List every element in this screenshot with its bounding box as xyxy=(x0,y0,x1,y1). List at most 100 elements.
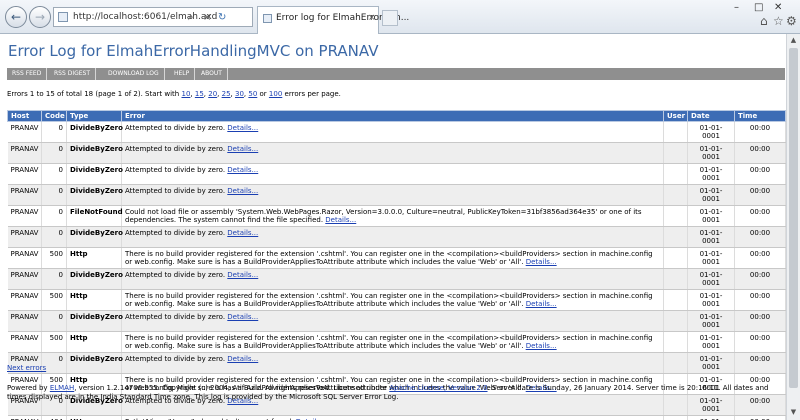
time-cell: 00:00 xyxy=(734,121,786,143)
error-cell: Attempted to divide by zero. Details... xyxy=(121,268,664,290)
speedbar-link[interactable]: DOWNLOAD LOG xyxy=(103,68,165,80)
address-url[interactable]: http://localhost:6061/elmah.axd xyxy=(73,8,217,26)
error-cell: There is no build provider registered fo… xyxy=(121,289,664,311)
scroll-up-arrow-icon[interactable]: ▲ xyxy=(789,36,798,44)
code-cell: 404 xyxy=(41,415,67,420)
user-cell xyxy=(663,247,688,269)
host-cell: PRANAV xyxy=(7,184,42,206)
code-cell: 500 xyxy=(41,247,67,269)
back-button[interactable]: ← xyxy=(5,6,27,28)
column-header-date: Date xyxy=(687,110,735,122)
page-size-link[interactable]: 30 xyxy=(235,90,244,98)
new-tab-button[interactable] xyxy=(382,10,398,26)
summary-or: or xyxy=(259,90,267,98)
host-cell: PRANAV xyxy=(7,163,42,185)
error-cell: Path '/Views/Home/Index.cshtml' was not … xyxy=(121,415,664,420)
paging-summary: Errors 1 to 15 of total 18 (page 1 of 2)… xyxy=(7,90,341,98)
user-cell xyxy=(663,331,688,353)
error-cell: There is no build provider registered fo… xyxy=(121,331,664,353)
page-size-link[interactable]: 10 xyxy=(181,90,190,98)
page-size-link[interactable]: 100 xyxy=(269,90,282,98)
details-link[interactable]: Details... xyxy=(227,124,258,132)
code-cell: 500 xyxy=(41,289,67,311)
details-link[interactable]: Details... xyxy=(227,166,258,174)
forward-button[interactable]: → xyxy=(29,6,51,28)
vertical-scrollbar[interactable]: ▲ ▼ xyxy=(786,34,800,420)
details-link[interactable]: Details... xyxy=(526,342,557,350)
search-icon[interactable]: ⌕ xyxy=(188,9,194,27)
favorites-star-icon[interactable]: ☆ xyxy=(773,14,784,28)
user-cell xyxy=(663,121,688,143)
user-cell xyxy=(663,205,688,227)
home-icon[interactable]: ⌂ xyxy=(760,14,768,28)
details-link[interactable]: Details... xyxy=(526,258,557,266)
speedbar-link[interactable]: HELP xyxy=(169,68,196,80)
details-link[interactable]: Details... xyxy=(227,229,258,237)
time-cell: 00:00 xyxy=(734,226,786,248)
summary-prefix: Errors 1 to 15 of total 18 (page 1 of 2)… xyxy=(7,90,180,98)
table-row: PRANAV 0 DivideByZero Attempted to divide b… xyxy=(7,163,786,185)
details-link[interactable]: Details... xyxy=(227,355,258,363)
license-link[interactable]: Apache License, Version 2.0 xyxy=(389,384,487,392)
type-cell: DivideByZero xyxy=(66,268,123,290)
type-cell: DivideByZero xyxy=(66,121,123,143)
page-title: Error Log for ElmahErrorHandlingMVC on P… xyxy=(8,42,379,60)
scroll-down-arrow-icon[interactable]: ▼ xyxy=(789,408,798,416)
type-cell: DivideByZero xyxy=(66,352,123,374)
error-message: Attempted to divide by zero. xyxy=(125,313,226,321)
error-rows: PRANAV 0 DivideByZero Attempted to divide b… xyxy=(7,121,786,420)
host-cell: PRANAV xyxy=(7,142,42,164)
window-close-icon[interactable]: ✕ xyxy=(774,2,782,13)
host-cell: PRANAV xyxy=(7,289,42,311)
speedbar-link[interactable]: RSS DIGEST xyxy=(49,68,96,80)
type-cell: DivideByZero xyxy=(66,226,123,248)
date-cell: 01-01-0001 xyxy=(687,184,735,206)
code-cell: 0 xyxy=(41,310,67,332)
stop-icon[interactable]: × xyxy=(203,9,211,27)
speedbar-link[interactable]: ABOUT xyxy=(196,68,228,80)
error-message: Attempted to divide by zero. xyxy=(125,166,226,174)
gear-icon[interactable]: ⚙ xyxy=(786,14,797,28)
details-link[interactable]: Details... xyxy=(227,145,258,153)
error-cell: Attempted to divide by zero. Details... xyxy=(121,142,664,164)
address-bar[interactable]: http://localhost:6061/elmah.axd ⌕ × ↻ xyxy=(53,7,253,27)
error-cell: Attempted to divide by zero. Details... xyxy=(121,226,664,248)
browser-tab-active[interactable]: Error log for ElmahErrorHan... × xyxy=(257,6,409,34)
code-cell: 0 xyxy=(41,163,67,185)
user-cell xyxy=(663,415,688,420)
tab-close-icon[interactable]: × xyxy=(368,7,376,29)
column-header-error: Error xyxy=(121,110,664,122)
next-errors-link[interactable]: Next errors xyxy=(7,364,46,372)
page-favicon-icon xyxy=(58,12,68,22)
scrollbar-thumb[interactable] xyxy=(789,48,798,388)
page-size-link[interactable]: 50 xyxy=(248,90,257,98)
code-cell: 500 xyxy=(41,331,67,353)
page-size-link[interactable]: 15 xyxy=(195,90,204,98)
code-cell: 0 xyxy=(41,268,67,290)
speedbar-link[interactable]: RSS FEED xyxy=(7,68,48,80)
elmah-link[interactable]: ELMAH xyxy=(50,384,74,392)
summary-suffix: errors per page. xyxy=(284,90,341,98)
refresh-icon[interactable]: ↻ xyxy=(218,9,226,27)
maximize-icon[interactable]: □ xyxy=(754,2,763,13)
details-link[interactable]: Details... xyxy=(227,313,258,321)
user-cell xyxy=(663,184,688,206)
error-cell: Attempted to divide by zero. Details... xyxy=(121,184,664,206)
minimize-icon[interactable]: – xyxy=(734,2,739,13)
details-link[interactable]: Details... xyxy=(227,271,258,279)
table-row: PRANAV 0 FileNotFound Could not load file o… xyxy=(7,205,786,227)
page-content: Error Log for ElmahErrorHandlingMVC on P… xyxy=(0,34,786,420)
back-arrow-icon: ← xyxy=(10,10,22,24)
error-message: There is no build provider registered fo… xyxy=(125,334,653,350)
date-cell: 01-01-0001 xyxy=(687,352,735,374)
time-cell: 00:00 xyxy=(734,415,786,420)
page-size-link[interactable]: 20 xyxy=(208,90,217,98)
date-cell: 01-01-0001 xyxy=(687,142,735,164)
details-link[interactable]: Details... xyxy=(325,216,356,224)
table-row: PRANAV 500 Http There is no build provider … xyxy=(7,331,786,353)
date-cell: 01-01-0001 xyxy=(687,163,735,185)
type-cell: Http xyxy=(66,415,122,420)
details-link[interactable]: Details... xyxy=(227,187,258,195)
details-link[interactable]: Details... xyxy=(526,300,557,308)
page-size-link[interactable]: 25 xyxy=(222,90,231,98)
